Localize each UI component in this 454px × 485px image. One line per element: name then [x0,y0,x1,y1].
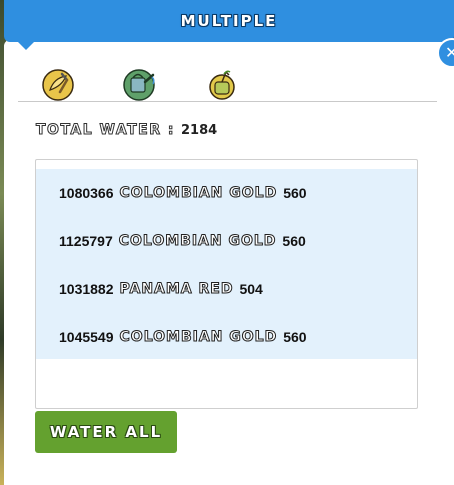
tool-divider [18,101,437,102]
list-item[interactable]: 1125797 COLOMBIAN GOLD 560 [36,217,417,265]
water-all-label: WATER ALL [49,423,163,441]
panel-header: MULTIPLE [4,0,454,42]
list-item[interactable]: 1080366 COLOMBIAN GOLD 560 [36,169,417,217]
plant-water-amount: 560 [283,185,307,201]
plant-water-amount: 560 [282,233,306,249]
tool-row [40,66,240,102]
plant-water-amount: 504 [239,281,263,297]
fertilizer-bag-icon [209,70,235,100]
water-tool-button[interactable] [122,66,158,102]
close-icon: ✕ [445,43,454,62]
plant-water-amount: 560 [283,329,307,345]
plant-id: 1080366 [59,185,114,201]
total-water: TOTAL WATER : 2184 [36,122,218,139]
total-water-value: 2184 [180,123,218,138]
header-notch [18,42,34,50]
harvest-tool-button[interactable] [40,66,76,102]
water-all-button[interactable]: WATER ALL [35,411,177,453]
list-item[interactable]: 1045549 COLOMBIAN GOLD 560 [36,313,417,361]
harvest-icon [42,69,74,101]
plant-id: 1045549 [59,329,114,345]
plant-id: 1125797 [59,233,113,249]
plant-strain: COLOMBIAN GOLD [119,185,278,202]
plant-strain: COLOMBIAN GOLD [118,233,277,250]
plant-list-items: 1080366 COLOMBIAN GOLD 560 1125797 COLOM… [36,169,417,359]
fertilize-tool-button[interactable] [204,66,240,102]
plant-list[interactable]: 1080366 COLOMBIAN GOLD 560 1125797 COLOM… [35,159,418,409]
panel-title: MULTIPLE [180,12,278,30]
list-item[interactable]: 1031882 PANAMA RED 504 [36,265,417,313]
plant-strain: PANAMA RED [119,281,234,298]
watering-can-icon [123,69,155,101]
total-water-label: TOTAL WATER : [36,122,175,139]
plant-id: 1031882 [59,281,114,297]
plant-strain: COLOMBIAN GOLD [119,329,278,346]
